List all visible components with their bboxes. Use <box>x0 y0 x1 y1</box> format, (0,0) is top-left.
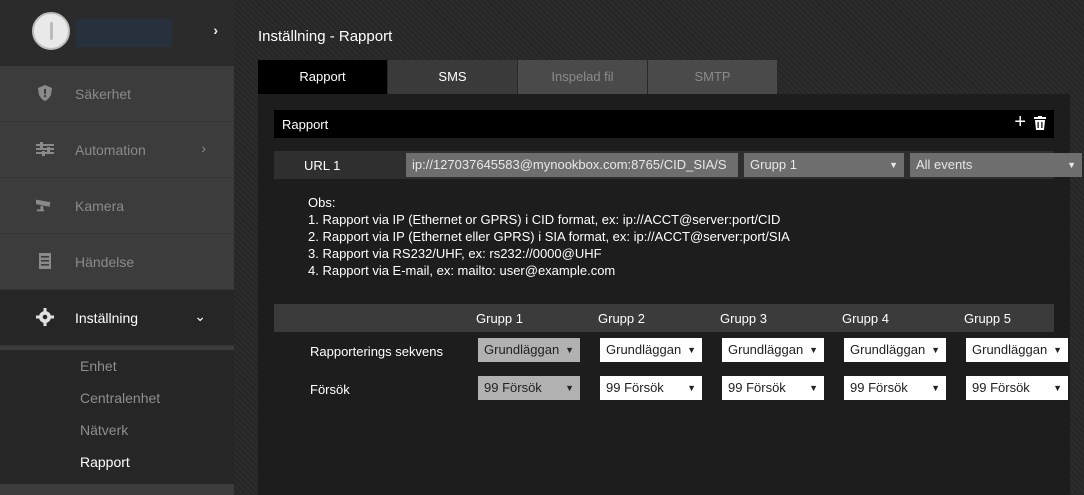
attempts-select-grupp-5[interactable]: 99 Försök ▼ <box>966 376 1068 400</box>
caret-down-icon: ▼ <box>1067 160 1076 170</box>
events-select-value: All events <box>916 157 973 172</box>
tab-sms[interactable]: SMS <box>388 60 517 94</box>
caret-down-icon: ▼ <box>1053 383 1062 393</box>
avatar[interactable] <box>32 12 70 50</box>
column-header: Grupp 2 <box>598 311 645 326</box>
sidebar-item-automation[interactable]: Automation › <box>0 122 234 178</box>
sequence-select-grupp-2[interactable]: Grundläggan ▼ <box>600 338 702 362</box>
sidebar-item-label: Säkerhet <box>75 86 132 102</box>
note-line: 1. Rapport via IP (Ethernet or GPRS) i C… <box>308 212 781 227</box>
attempts-select-grupp-1[interactable]: 99 Försök ▼ <box>478 376 580 400</box>
note-line: Obs: <box>308 195 336 210</box>
sidebar-header: › <box>0 0 234 66</box>
group-select-value: Grupp 1 <box>750 157 797 172</box>
submenu-item-rapport[interactable]: Rapport <box>0 446 234 484</box>
gear-icon <box>36 308 54 326</box>
sequence-select-grupp-3[interactable]: Grundläggan ▼ <box>722 338 824 362</box>
user-name-box[interactable] <box>76 19 172 47</box>
attempts-select-grupp-2[interactable]: 99 Försök ▼ <box>600 376 702 400</box>
column-header: Grupp 1 <box>476 311 523 326</box>
caret-down-icon: ▼ <box>1053 345 1062 355</box>
trash-icon[interactable] <box>1034 116 1046 130</box>
note-line: 2. Rapport via IP (Ethernet eller GPRS) … <box>308 229 790 244</box>
caret-down-icon: ▼ <box>931 383 940 393</box>
select-value: 99 Försök <box>972 380 1030 395</box>
note-line: 3. Rapport via RS232/UHF, ex: rs232://00… <box>308 246 602 261</box>
caret-down-icon: ▼ <box>809 383 818 393</box>
report-notes: Obs: 1. Rapport via IP (Ethernet or GPRS… <box>308 194 790 279</box>
sidebar-item-label: Inställning <box>75 310 139 326</box>
tab-bar: Rapport SMS Inspelad fil SMTP <box>258 60 778 94</box>
select-value: Grundläggan <box>484 342 560 357</box>
tab-rapport[interactable]: Rapport <box>258 60 387 94</box>
sequence-select-grupp-1[interactable]: Grundläggan ▼ <box>478 338 580 362</box>
tab-smtp[interactable]: SMTP <box>648 60 777 94</box>
chevron-down-icon: ⌄ <box>194 308 206 324</box>
column-header: Grupp 5 <box>964 311 1011 326</box>
submenu-item-enhet[interactable]: Enhet <box>0 350 234 382</box>
add-icon[interactable]: + <box>1014 112 1026 132</box>
note-line: 4. Rapport via E-mail, ex: mailto: user@… <box>308 263 616 278</box>
select-value: Grundläggan <box>972 342 1048 357</box>
caret-down-icon: ▼ <box>687 383 696 393</box>
document-list-icon <box>36 252 54 270</box>
caret-down-icon: ▼ <box>687 345 696 355</box>
select-value: Grundläggan <box>728 342 804 357</box>
chevron-right-icon: › <box>201 140 206 156</box>
chevron-right-icon[interactable]: › <box>213 22 218 38</box>
sidebar-item-installning[interactable]: Inställning ⌄ <box>0 290 234 346</box>
submenu-item-centralenhet[interactable]: Centralenhet <box>0 382 234 414</box>
sidebar-item-label: Kamera <box>75 198 125 214</box>
page-title: Inställning - Rapport <box>258 28 393 45</box>
sidebar-item-kamera[interactable]: Kamera <box>0 178 234 234</box>
caret-down-icon: ▼ <box>565 345 574 355</box>
group-grid-header: Grupp 1 Grupp 2 Grupp 3 Grupp 4 Grupp 5 <box>274 304 1054 332</box>
main-content: Inställning - Rapport Rapport SMS Inspel… <box>234 0 1084 495</box>
row-label: Rapporterings sekvens <box>310 344 443 359</box>
row-label: Försök <box>310 382 350 397</box>
report-panel: Rapport + URL 1 ip://127037645583@mynook… <box>258 94 1082 495</box>
sequence-select-grupp-4[interactable]: Grundläggan ▼ <box>844 338 946 362</box>
caret-down-icon: ▼ <box>565 383 574 393</box>
select-value: 99 Försök <box>484 380 542 395</box>
sidebar-item-handelse[interactable]: Händelse <box>0 234 234 290</box>
camera-icon <box>36 196 54 214</box>
events-select[interactable]: All events ▼ <box>910 153 1082 177</box>
settings-submenu: Enhet Centralenhet Nätverk Rapport <box>0 350 234 484</box>
tab-inspelad-fil[interactable]: Inspelad fil <box>518 60 647 94</box>
sidebar-footer <box>0 484 234 495</box>
group-select[interactable]: Grupp 1 ▼ <box>744 153 904 177</box>
url-row: URL 1 ip://127037645583@mynookbox.com:87… <box>274 151 1082 179</box>
url-input[interactable]: ip://127037645583@mynookbox.com:8765/CID… <box>406 153 738 177</box>
sidebar-item-label: Automation <box>75 142 146 158</box>
submenu-item-natverk[interactable]: Nätverk <box>0 414 234 446</box>
select-value: Grundläggan <box>850 342 926 357</box>
select-value: Grundläggan <box>606 342 682 357</box>
select-value: 99 Försök <box>850 380 908 395</box>
column-header: Grupp 3 <box>720 311 767 326</box>
attempts-select-grupp-4[interactable]: 99 Försök ▼ <box>844 376 946 400</box>
sidebar: › Säkerhet Automation › Kamera Händelse … <box>0 0 234 495</box>
caret-down-icon: ▼ <box>809 345 818 355</box>
sidebar-item-label: Händelse <box>75 254 135 270</box>
select-value: 99 Försök <box>606 380 664 395</box>
caret-down-icon: ▼ <box>931 345 940 355</box>
sliders-icon <box>36 140 54 158</box>
panel-header: Rapport + <box>274 110 1054 138</box>
attempts-select-grupp-3[interactable]: 99 Försök ▼ <box>722 376 824 400</box>
shield-icon <box>36 84 54 102</box>
caret-down-icon: ▼ <box>889 160 898 170</box>
column-header: Grupp 4 <box>842 311 889 326</box>
sequence-select-grupp-5[interactable]: Grundläggan ▼ <box>966 338 1068 362</box>
url-label: URL 1 <box>304 158 341 173</box>
panel-title: Rapport <box>282 117 329 132</box>
sidebar-item-sakerhet[interactable]: Säkerhet <box>0 66 234 122</box>
select-value: 99 Försök <box>728 380 786 395</box>
